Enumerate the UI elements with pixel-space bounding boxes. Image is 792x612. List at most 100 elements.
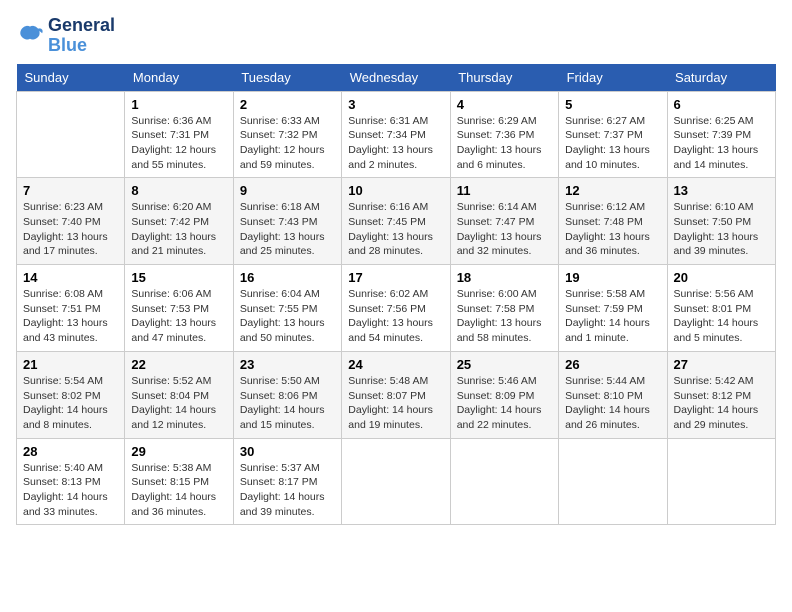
day-number: 4 bbox=[457, 97, 552, 112]
day-number: 7 bbox=[23, 183, 118, 198]
day-detail: Sunrise: 5:46 AM Sunset: 8:09 PM Dayligh… bbox=[457, 374, 552, 433]
calendar-cell: 15 Sunrise: 6:06 AM Sunset: 7:53 PM Dayli… bbox=[125, 265, 233, 352]
week-row-1: 7 Sunrise: 6:23 AM Sunset: 7:40 PM Daylig… bbox=[17, 178, 776, 265]
day-number: 15 bbox=[131, 270, 226, 285]
day-detail: Sunrise: 6:25 AM Sunset: 7:39 PM Dayligh… bbox=[674, 114, 769, 173]
day-number: 30 bbox=[240, 444, 335, 459]
calendar-cell bbox=[342, 438, 450, 525]
calendar-cell: 9 Sunrise: 6:18 AM Sunset: 7:43 PM Daylig… bbox=[233, 178, 341, 265]
day-number: 24 bbox=[348, 357, 443, 372]
day-number: 13 bbox=[674, 183, 769, 198]
calendar-cell: 29Sunrise: 5:38 AM Sunset: 8:15 PM Dayli… bbox=[125, 438, 233, 525]
weekday-header-thursday: Thursday bbox=[450, 64, 558, 92]
day-number: 11 bbox=[457, 183, 552, 198]
day-number: 2 bbox=[240, 97, 335, 112]
weekday-header-tuesday: Tuesday bbox=[233, 64, 341, 92]
calendar-cell bbox=[559, 438, 667, 525]
calendar-cell bbox=[667, 438, 775, 525]
day-number: 12 bbox=[565, 183, 660, 198]
day-detail: Sunrise: 5:50 AM Sunset: 8:06 PM Dayligh… bbox=[240, 374, 335, 433]
day-detail: Sunrise: 5:37 AM Sunset: 8:17 PM Dayligh… bbox=[240, 461, 335, 520]
day-number: 17 bbox=[348, 270, 443, 285]
day-number: 6 bbox=[674, 97, 769, 112]
day-detail: Sunrise: 6:12 AM Sunset: 7:48 PM Dayligh… bbox=[565, 200, 660, 259]
calendar-table: SundayMondayTuesdayWednesdayThursdayFrid… bbox=[16, 64, 776, 526]
calendar-cell: 12 Sunrise: 6:12 AM Sunset: 7:48 PM Dayli… bbox=[559, 178, 667, 265]
day-number: 26 bbox=[565, 357, 660, 372]
day-detail: Sunrise: 6:20 AM Sunset: 7:42 PM Dayligh… bbox=[131, 200, 226, 259]
day-detail: Sunrise: 6:18 AM Sunset: 7:43 PM Dayligh… bbox=[240, 200, 335, 259]
calendar-cell: 14 Sunrise: 6:08 AM Sunset: 7:51 PM Dayli… bbox=[17, 265, 125, 352]
day-number: 20 bbox=[674, 270, 769, 285]
day-detail: Sunrise: 6:08 AM Sunset: 7:51 PM Dayligh… bbox=[23, 287, 118, 346]
day-number: 14 bbox=[23, 270, 118, 285]
day-number: 25 bbox=[457, 357, 552, 372]
day-detail: Sunrise: 6:33 AM Sunset: 7:32 PM Dayligh… bbox=[240, 114, 335, 173]
day-detail: Sunrise: 6:36 AM Sunset: 7:31 PM Dayligh… bbox=[131, 114, 226, 173]
calendar-cell: 4 Sunrise: 6:29 AM Sunset: 7:36 PM Daylig… bbox=[450, 91, 558, 178]
logo-icon bbox=[16, 22, 44, 50]
week-row-2: 14 Sunrise: 6:08 AM Sunset: 7:51 PM Dayli… bbox=[17, 265, 776, 352]
calendar-cell: 8 Sunrise: 6:20 AM Sunset: 7:42 PM Daylig… bbox=[125, 178, 233, 265]
day-detail: Sunrise: 6:10 AM Sunset: 7:50 PM Dayligh… bbox=[674, 200, 769, 259]
day-number: 21 bbox=[23, 357, 118, 372]
day-detail: Sunrise: 5:40 AM Sunset: 8:13 PM Dayligh… bbox=[23, 461, 118, 520]
week-row-0: 1 Sunrise: 6:36 AM Sunset: 7:31 PM Daylig… bbox=[17, 91, 776, 178]
calendar-cell: 27Sunrise: 5:42 AM Sunset: 8:12 PM Dayli… bbox=[667, 351, 775, 438]
day-detail: Sunrise: 6:27 AM Sunset: 7:37 PM Dayligh… bbox=[565, 114, 660, 173]
day-detail: Sunrise: 6:04 AM Sunset: 7:55 PM Dayligh… bbox=[240, 287, 335, 346]
day-number: 23 bbox=[240, 357, 335, 372]
day-detail: Sunrise: 5:42 AM Sunset: 8:12 PM Dayligh… bbox=[674, 374, 769, 433]
calendar-cell bbox=[450, 438, 558, 525]
day-number: 8 bbox=[131, 183, 226, 198]
day-number: 3 bbox=[348, 97, 443, 112]
calendar-cell: 25 Sunrise: 5:46 AM Sunset: 8:09 PM Dayli… bbox=[450, 351, 558, 438]
day-number: 19 bbox=[565, 270, 660, 285]
calendar-cell: 22 Sunrise: 5:52 AM Sunset: 8:04 PM Dayli… bbox=[125, 351, 233, 438]
calendar-cell: 3 Sunrise: 6:31 AM Sunset: 7:34 PM Daylig… bbox=[342, 91, 450, 178]
day-number: 18 bbox=[457, 270, 552, 285]
day-detail: Sunrise: 6:06 AM Sunset: 7:53 PM Dayligh… bbox=[131, 287, 226, 346]
day-detail: Sunrise: 6:00 AM Sunset: 7:58 PM Dayligh… bbox=[457, 287, 552, 346]
calendar-cell: 5 Sunrise: 6:27 AM Sunset: 7:37 PM Daylig… bbox=[559, 91, 667, 178]
weekday-header-saturday: Saturday bbox=[667, 64, 775, 92]
calendar-cell: 10 Sunrise: 6:16 AM Sunset: 7:45 PM Dayli… bbox=[342, 178, 450, 265]
day-number: 16 bbox=[240, 270, 335, 285]
calendar-cell: 24 Sunrise: 5:48 AM Sunset: 8:07 PM Dayli… bbox=[342, 351, 450, 438]
calendar-cell: 13 Sunrise: 6:10 AM Sunset: 7:50 PM Dayli… bbox=[667, 178, 775, 265]
day-detail: Sunrise: 6:29 AM Sunset: 7:36 PM Dayligh… bbox=[457, 114, 552, 173]
calendar-cell: 26 Sunrise: 5:44 AM Sunset: 8:10 PM Dayli… bbox=[559, 351, 667, 438]
day-number: 1 bbox=[131, 97, 226, 112]
calendar-cell: 7 Sunrise: 6:23 AM Sunset: 7:40 PM Daylig… bbox=[17, 178, 125, 265]
day-detail: Sunrise: 5:54 AM Sunset: 8:02 PM Dayligh… bbox=[23, 374, 118, 433]
calendar-cell: 2 Sunrise: 6:33 AM Sunset: 7:32 PM Daylig… bbox=[233, 91, 341, 178]
page-header: General Blue bbox=[16, 16, 776, 56]
logo: General Blue bbox=[16, 16, 115, 56]
day-number: 5 bbox=[565, 97, 660, 112]
day-number: 9 bbox=[240, 183, 335, 198]
weekday-header-monday: Monday bbox=[125, 64, 233, 92]
day-number: 22 bbox=[131, 357, 226, 372]
calendar-cell: 28Sunrise: 5:40 AM Sunset: 8:13 PM Dayli… bbox=[17, 438, 125, 525]
day-detail: Sunrise: 5:58 AM Sunset: 7:59 PM Dayligh… bbox=[565, 287, 660, 346]
day-number: 10 bbox=[348, 183, 443, 198]
calendar-cell: 11Sunrise: 6:14 AM Sunset: 7:47 PM Dayli… bbox=[450, 178, 558, 265]
calendar-cell: 16 Sunrise: 6:04 AM Sunset: 7:55 PM Dayli… bbox=[233, 265, 341, 352]
weekday-header-row: SundayMondayTuesdayWednesdayThursdayFrid… bbox=[17, 64, 776, 92]
day-detail: Sunrise: 5:48 AM Sunset: 8:07 PM Dayligh… bbox=[348, 374, 443, 433]
weekday-header-wednesday: Wednesday bbox=[342, 64, 450, 92]
day-detail: Sunrise: 5:56 AM Sunset: 8:01 PM Dayligh… bbox=[674, 287, 769, 346]
day-detail: Sunrise: 6:02 AM Sunset: 7:56 PM Dayligh… bbox=[348, 287, 443, 346]
calendar-cell bbox=[17, 91, 125, 178]
day-detail: Sunrise: 5:52 AM Sunset: 8:04 PM Dayligh… bbox=[131, 374, 226, 433]
day-detail: Sunrise: 5:38 AM Sunset: 8:15 PM Dayligh… bbox=[131, 461, 226, 520]
calendar-cell: 18 Sunrise: 6:00 AM Sunset: 7:58 PM Dayli… bbox=[450, 265, 558, 352]
day-detail: Sunrise: 6:16 AM Sunset: 7:45 PM Dayligh… bbox=[348, 200, 443, 259]
day-detail: Sunrise: 6:31 AM Sunset: 7:34 PM Dayligh… bbox=[348, 114, 443, 173]
day-detail: Sunrise: 5:44 AM Sunset: 8:10 PM Dayligh… bbox=[565, 374, 660, 433]
day-detail: Sunrise: 6:23 AM Sunset: 7:40 PM Dayligh… bbox=[23, 200, 118, 259]
logo-text: General Blue bbox=[48, 16, 115, 56]
week-row-4: 28Sunrise: 5:40 AM Sunset: 8:13 PM Dayli… bbox=[17, 438, 776, 525]
calendar-cell: 17 Sunrise: 6:02 AM Sunset: 7:56 PM Dayli… bbox=[342, 265, 450, 352]
weekday-header-sunday: Sunday bbox=[17, 64, 125, 92]
